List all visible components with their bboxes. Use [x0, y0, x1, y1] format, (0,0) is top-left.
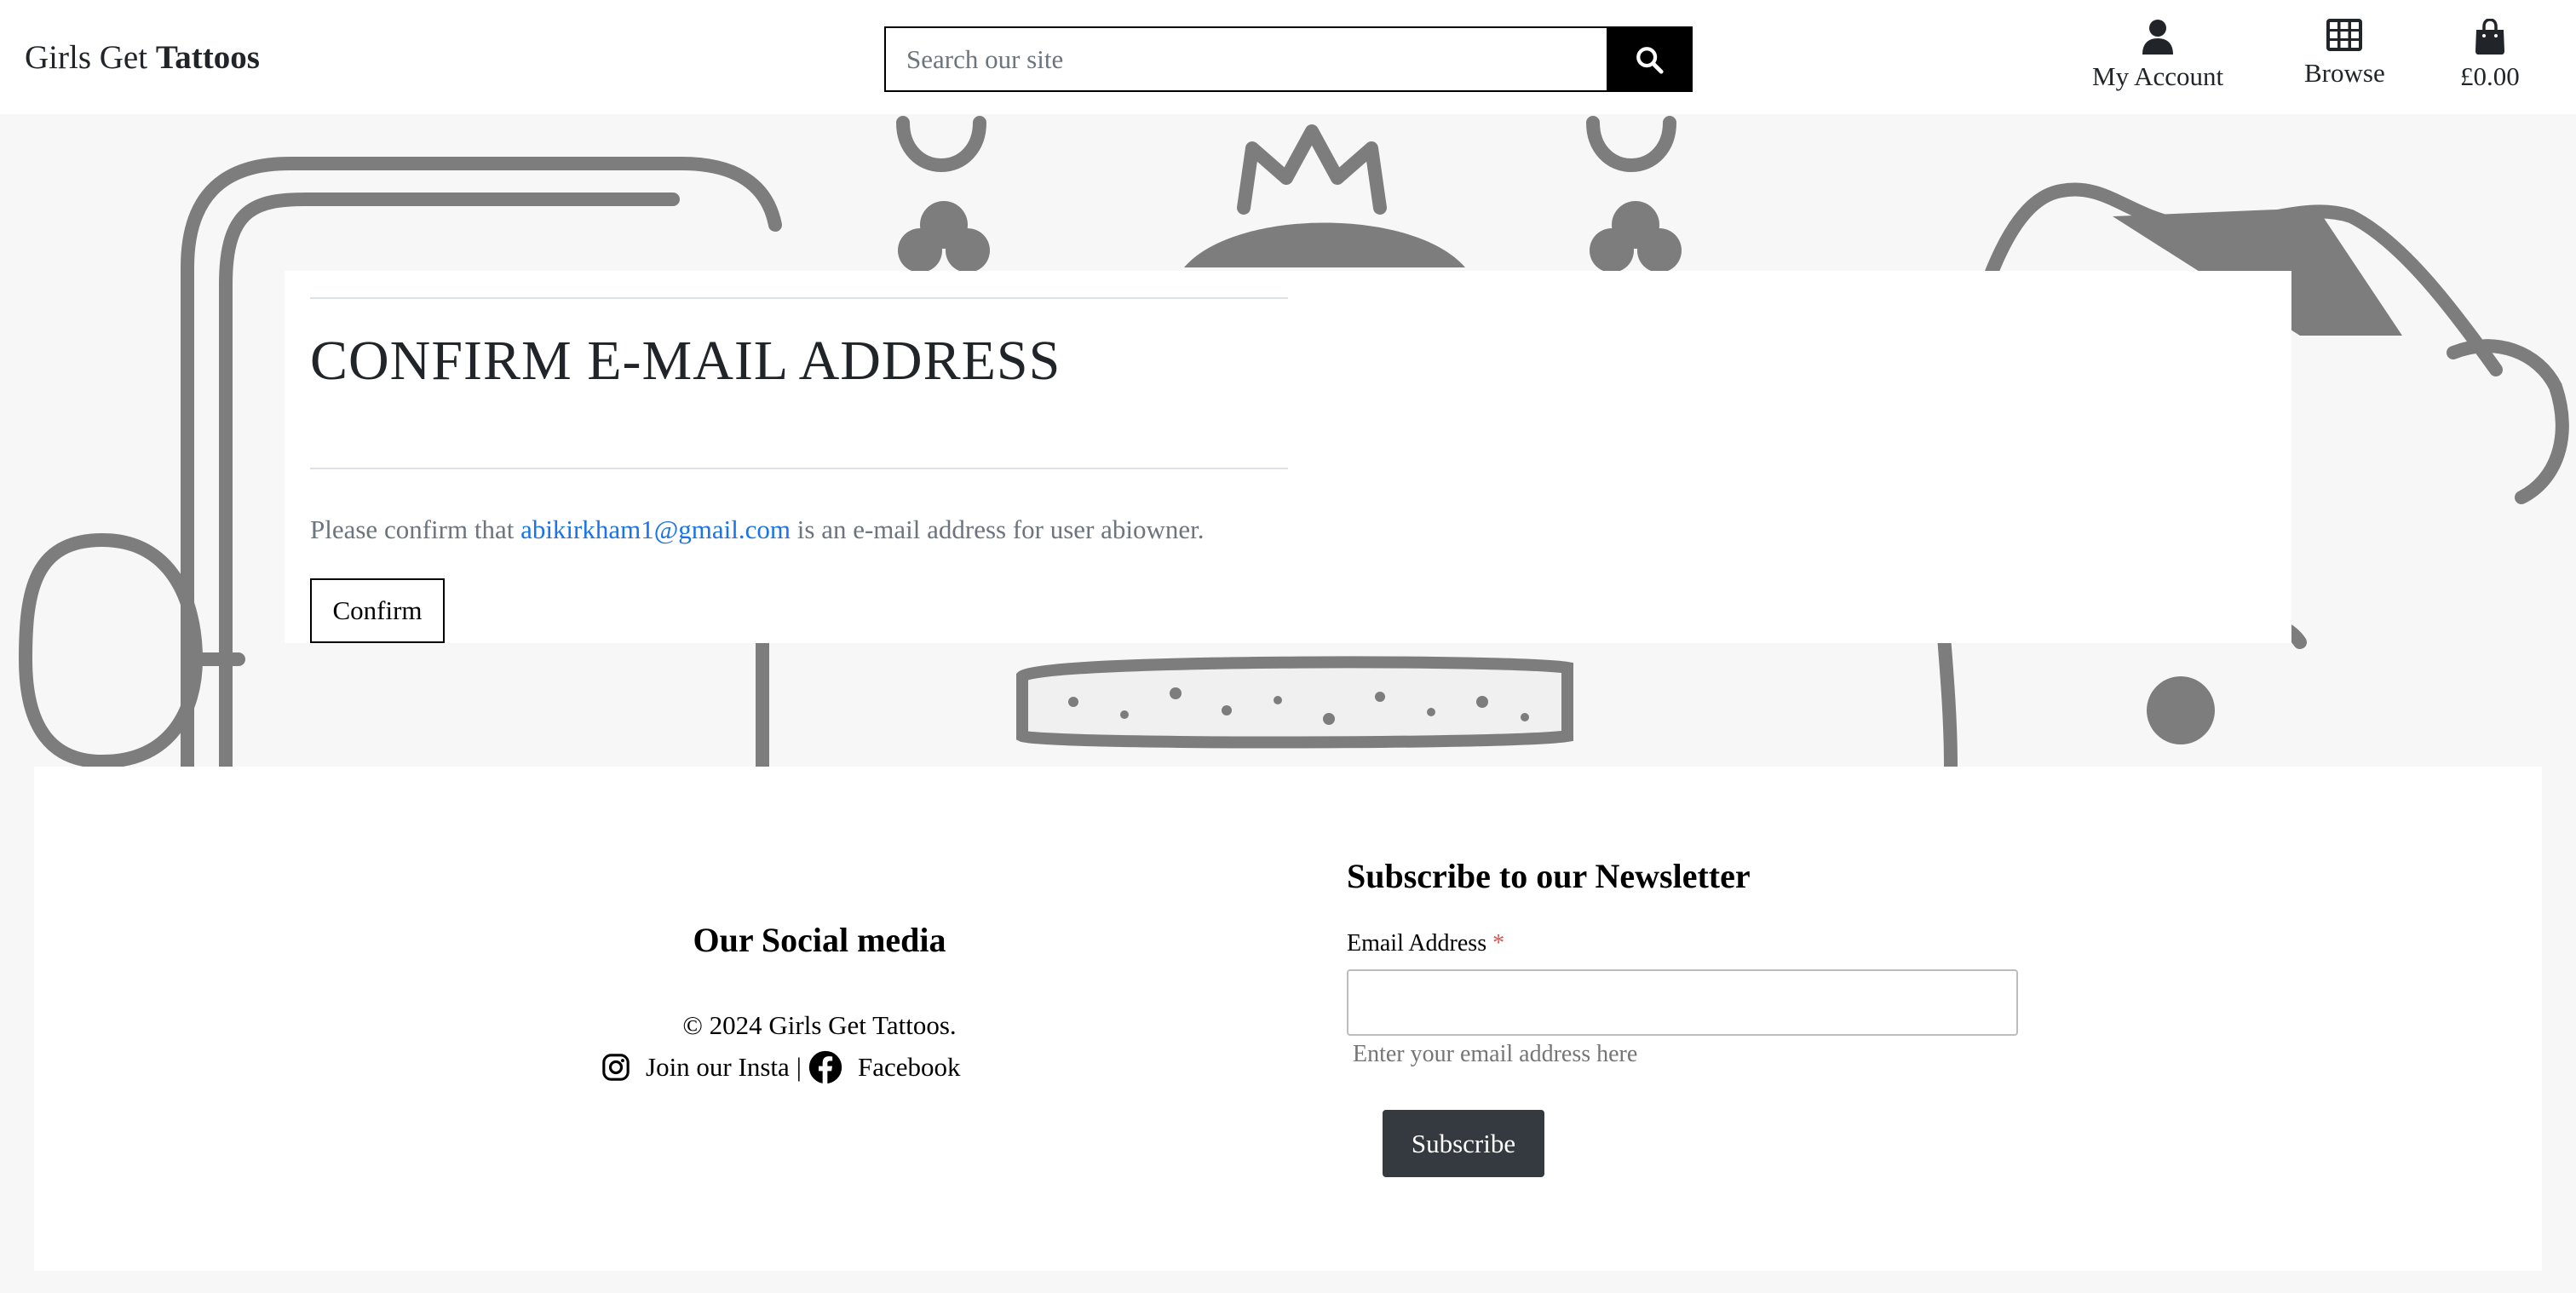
grid-icon [2326, 19, 2363, 51]
search-form [884, 26, 1693, 92]
search-button[interactable] [1607, 28, 1691, 90]
newsletter-title: Subscribe to our Newsletter [1347, 857, 1751, 895]
confirm-button[interactable]: Confirm [310, 578, 445, 643]
shopping-bag-icon [2475, 19, 2504, 55]
nav-my-account[interactable]: My Account [2092, 19, 2223, 92]
nav-browse-label: Browse [2304, 58, 2385, 88]
brand-logo[interactable]: Girls Get Tattoos [25, 36, 260, 80]
brand-prefix: Girls Get [25, 39, 156, 76]
email-help-text: Enter your email address here [1353, 1041, 1638, 1067]
nav-shopping-bag[interactable]: £0.00 [2460, 19, 2520, 92]
facebook-label: Facebook [857, 1052, 961, 1082]
subscribe-button[interactable]: Subscribe [1383, 1110, 1544, 1177]
nav-browse[interactable]: Browse [2304, 19, 2385, 89]
user-icon [2142, 20, 2174, 55]
copyright-text: © 2024 Girls Get Tattoos. [682, 1010, 957, 1040]
link-separator: | [796, 1052, 802, 1082]
divider [310, 468, 1288, 469]
confirm-message-suffix: is an e-mail address for user abiowner. [791, 514, 1205, 544]
instagram-icon [602, 1054, 630, 1081]
email-field-label: Email Address * [1347, 930, 1504, 957]
confirm-email-card: CONFIRM E-MAIL ADDRESS Please confirm th… [285, 271, 2291, 643]
search-input[interactable] [886, 28, 1607, 90]
instagram-label: Join our Insta [646, 1052, 790, 1082]
facebook-link[interactable]: Facebook [808, 1050, 961, 1084]
required-marker: * [1492, 930, 1505, 957]
site-header: Girls Get Tattoos My Account [0, 0, 2576, 114]
confirm-message-prefix: Please confirm that [310, 514, 521, 544]
site-footer: Our Social media © 2024 Girls Get Tattoo… [34, 767, 2542, 1271]
email-label-text: Email Address [1347, 930, 1487, 957]
divider [310, 297, 1288, 299]
nav-my-account-label: My Account [2092, 61, 2224, 91]
social-media-title: Our Social media [693, 921, 946, 959]
instagram-link[interactable]: Join our Insta [601, 1052, 790, 1083]
confirm-message: Please confirm that abikirkham1@gmail.co… [310, 513, 1205, 547]
page-title: CONFIRM E-MAIL ADDRESS [310, 330, 1061, 392]
newsletter-email-field[interactable] [1347, 969, 2018, 1036]
brand-bold: Tattoos [155, 39, 260, 76]
confirm-email-link[interactable]: abikirkham1@gmail.com [520, 514, 791, 544]
facebook-icon [808, 1050, 842, 1084]
nav-bag-total: £0.00 [2460, 61, 2520, 91]
social-links: Join our Insta | Facebook [601, 1048, 961, 1087]
search-icon [1636, 46, 1664, 74]
